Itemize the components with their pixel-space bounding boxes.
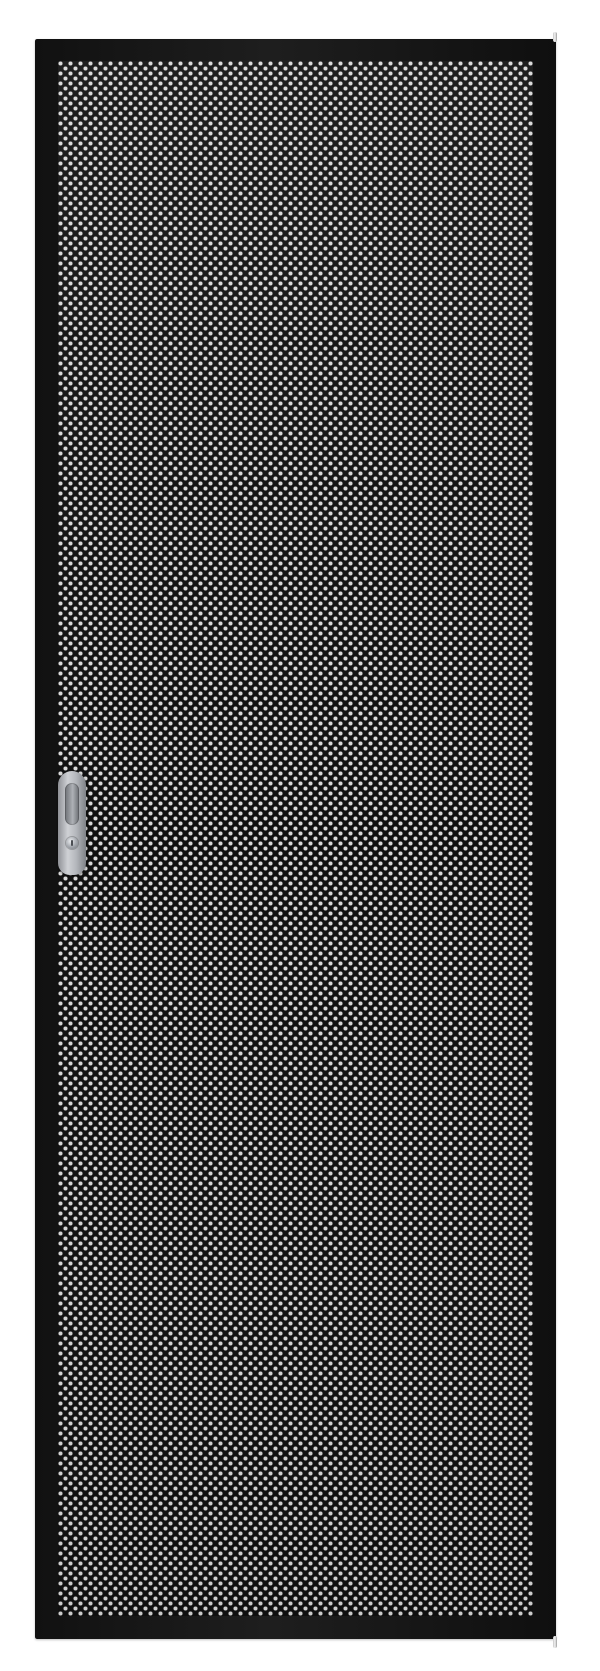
bottom-hinge-pin [553, 1636, 557, 1648]
perforated-mesh-panel [58, 61, 533, 1616]
key-slot-icon [71, 840, 73, 846]
door-handle[interactable] [58, 771, 86, 875]
handle-lever[interactable] [65, 783, 79, 825]
door-scene [0, 0, 600, 1671]
top-hinge-pin [553, 32, 557, 42]
